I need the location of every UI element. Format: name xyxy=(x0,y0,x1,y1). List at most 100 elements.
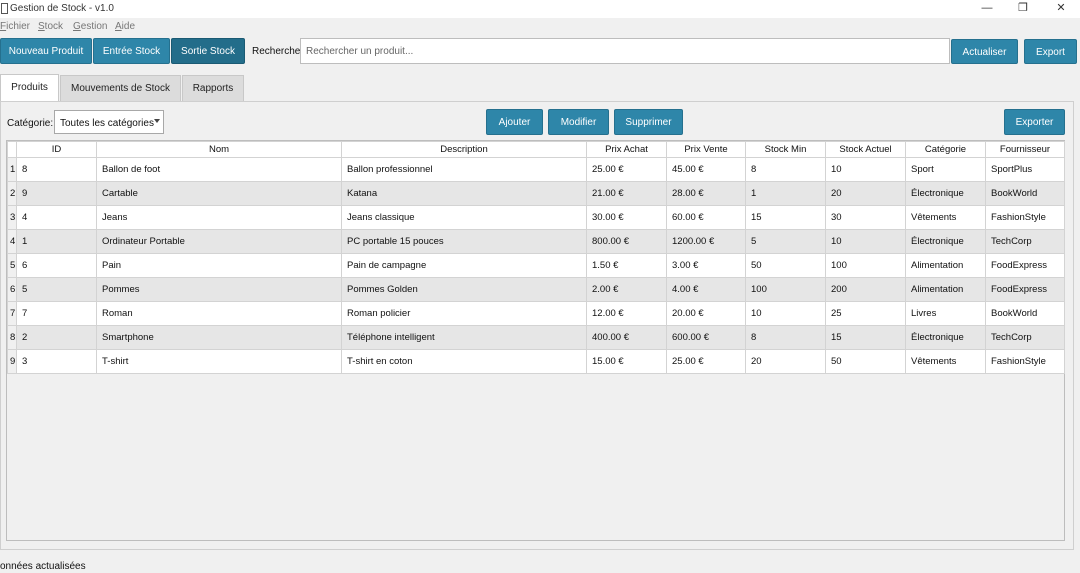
table-cell[interactable]: 7 xyxy=(16,301,97,326)
row-number[interactable]: 3 xyxy=(7,205,17,230)
table-row[interactable]: 5 6 Pain Pain de campagne 1.50 €3.00 €50 100 A… xyxy=(7,253,1065,278)
row-number[interactable]: 5 xyxy=(7,253,17,278)
column-header[interactable]: ID xyxy=(16,141,97,158)
table-cell[interactable]: 3.00 € xyxy=(666,253,746,278)
table-cell[interactable]: 21.00 € xyxy=(586,181,667,206)
export-button[interactable]: Export xyxy=(1024,39,1077,64)
table-cell[interactable]: T-shirt en coton xyxy=(341,349,587,374)
table-cell[interactable]: 9 xyxy=(16,181,97,206)
menu-gestion[interactable]: Gestion xyxy=(73,21,107,32)
table-cell[interactable]: 50 xyxy=(825,349,906,374)
row-number[interactable]: 8 xyxy=(7,325,17,350)
table-cell[interactable]: 5 xyxy=(745,229,826,254)
table-cell[interactable]: BookWorld xyxy=(985,301,1065,326)
menu-aide[interactable]: Aide xyxy=(115,21,135,32)
table-cell[interactable]: Cartable xyxy=(96,181,342,206)
table-cell[interactable]: Électronique xyxy=(905,181,986,206)
table-cell[interactable]: 15.00 € xyxy=(586,349,667,374)
row-number[interactable]: 6 xyxy=(7,277,17,302)
table-cell[interactable]: 6 xyxy=(16,253,97,278)
row-number[interactable]: 2 xyxy=(7,181,17,206)
table-cell[interactable]: 8 xyxy=(745,325,826,350)
table-cell[interactable]: 100 xyxy=(825,253,906,278)
table-cell[interactable]: 50 xyxy=(745,253,826,278)
column-header[interactable]: Fournisseur xyxy=(985,141,1065,158)
table-cell[interactable]: T-shirt xyxy=(96,349,342,374)
search-input[interactable] xyxy=(300,38,950,64)
table-row[interactable]: 7 7 Roman Roman policier 12.00 €20.00 €10 25 L… xyxy=(7,301,1065,326)
table-cell[interactable]: 1 xyxy=(16,229,97,254)
table-cell[interactable]: BookWorld xyxy=(985,181,1065,206)
table-cell[interactable]: 10 xyxy=(825,157,906,182)
table-cell[interactable]: Alimentation xyxy=(905,277,986,302)
table-cell[interactable]: FoodExpress xyxy=(985,277,1065,302)
export-products-button[interactable]: Exporter xyxy=(1004,109,1065,135)
column-header[interactable]: Nom xyxy=(96,141,342,158)
table-cell[interactable]: 100 xyxy=(745,277,826,302)
table-cell[interactable]: 600.00 € xyxy=(666,325,746,350)
table-cell[interactable]: Ordinateur Portable xyxy=(96,229,342,254)
column-header[interactable]: Description xyxy=(341,141,587,158)
table-cell[interactable]: Jeans classique xyxy=(341,205,587,230)
table-cell[interactable]: 15 xyxy=(825,325,906,350)
table-cell[interactable]: 2.00 € xyxy=(586,277,667,302)
row-number[interactable]: 7 xyxy=(7,301,17,326)
table-cell[interactable]: TechCorp xyxy=(985,325,1065,350)
table-cell[interactable]: 5 xyxy=(16,277,97,302)
table-cell[interactable]: 30 xyxy=(825,205,906,230)
table-cell[interactable]: 25.00 € xyxy=(666,349,746,374)
table-cell[interactable]: 15 xyxy=(745,205,826,230)
table-cell[interactable]: 1.50 € xyxy=(586,253,667,278)
table-cell[interactable]: PC portable 15 pouces xyxy=(341,229,587,254)
table-cell[interactable]: Vêtements xyxy=(905,205,986,230)
table-row[interactable]: 1 8 Ballon de foot Ballon professionnel 25.0… xyxy=(7,157,1065,182)
table-cell[interactable]: TechCorp xyxy=(985,229,1065,254)
table-cell[interactable]: 800.00 € xyxy=(586,229,667,254)
table-cell[interactable]: Vêtements xyxy=(905,349,986,374)
table-cell[interactable]: FashionStyle xyxy=(985,205,1065,230)
table-cell[interactable]: Katana xyxy=(341,181,587,206)
table-cell[interactable]: 30.00 € xyxy=(586,205,667,230)
table-cell[interactable]: Pommes Golden xyxy=(341,277,587,302)
table-cell[interactable]: 8 xyxy=(745,157,826,182)
table-cell[interactable]: FashionStyle xyxy=(985,349,1065,374)
refresh-button[interactable]: Actualiser xyxy=(951,39,1018,64)
table-cell[interactable]: 12.00 € xyxy=(586,301,667,326)
table-cell[interactable]: 25.00 € xyxy=(586,157,667,182)
stock-out-button[interactable]: Sortie Stock xyxy=(171,38,245,64)
table-cell[interactable]: Livres xyxy=(905,301,986,326)
table-cell[interactable]: Pain xyxy=(96,253,342,278)
table-cell[interactable]: 10 xyxy=(825,229,906,254)
row-number[interactable]: 1 xyxy=(7,157,17,182)
table-cell[interactable]: 20 xyxy=(825,181,906,206)
menu-stock[interactable]: Stock xyxy=(38,21,63,32)
table-cell[interactable]: Pain de campagne xyxy=(341,253,587,278)
row-number[interactable]: 4 xyxy=(7,229,17,254)
row-number[interactable]: 9 xyxy=(7,349,17,374)
table-cell[interactable]: Ballon professionnel xyxy=(341,157,587,182)
column-header[interactable]: Prix Vente xyxy=(666,141,746,158)
table-cell[interactable]: Électronique xyxy=(905,229,986,254)
table-cell[interactable]: 3 xyxy=(16,349,97,374)
table-row[interactable]: 4 1 Ordinateur Portable PC portable 15 pouc… xyxy=(7,229,1065,254)
column-header[interactable]: Catégorie xyxy=(905,141,986,158)
table-row[interactable]: 8 2 Smartphone Téléphone intelligent 400.00 … xyxy=(7,325,1065,350)
chevron-down-icon[interactable] xyxy=(154,119,160,123)
table-cell[interactable]: 20 xyxy=(745,349,826,374)
column-header[interactable]: Prix Achat xyxy=(586,141,667,158)
table-cell[interactable]: Alimentation xyxy=(905,253,986,278)
table-cell[interactable]: 2 xyxy=(16,325,97,350)
tab-mouvements[interactable]: Mouvements de Stock xyxy=(60,75,181,101)
delete-button[interactable]: Supprimer xyxy=(614,109,683,135)
table-row[interactable]: 9 3 T-shirt T-shirt en coton 15.00 €25.00 €2… xyxy=(7,349,1065,374)
table-cell[interactable]: Jeans xyxy=(96,205,342,230)
table-row[interactable]: 2 9 Cartable Katana 21.00 €28.00 €1 20 Électro… xyxy=(7,181,1065,206)
table-cell[interactable]: 28.00 € xyxy=(666,181,746,206)
table-cell[interactable]: 1200.00 € xyxy=(666,229,746,254)
table-cell[interactable]: Électronique xyxy=(905,325,986,350)
minimize-button[interactable]: — xyxy=(970,0,1004,18)
maximize-button[interactable]: ❐ xyxy=(1006,0,1040,18)
close-button[interactable]: ✕ xyxy=(1044,0,1078,18)
tab-produits[interactable]: Produits xyxy=(0,74,59,102)
table-cell[interactable]: FoodExpress xyxy=(985,253,1065,278)
